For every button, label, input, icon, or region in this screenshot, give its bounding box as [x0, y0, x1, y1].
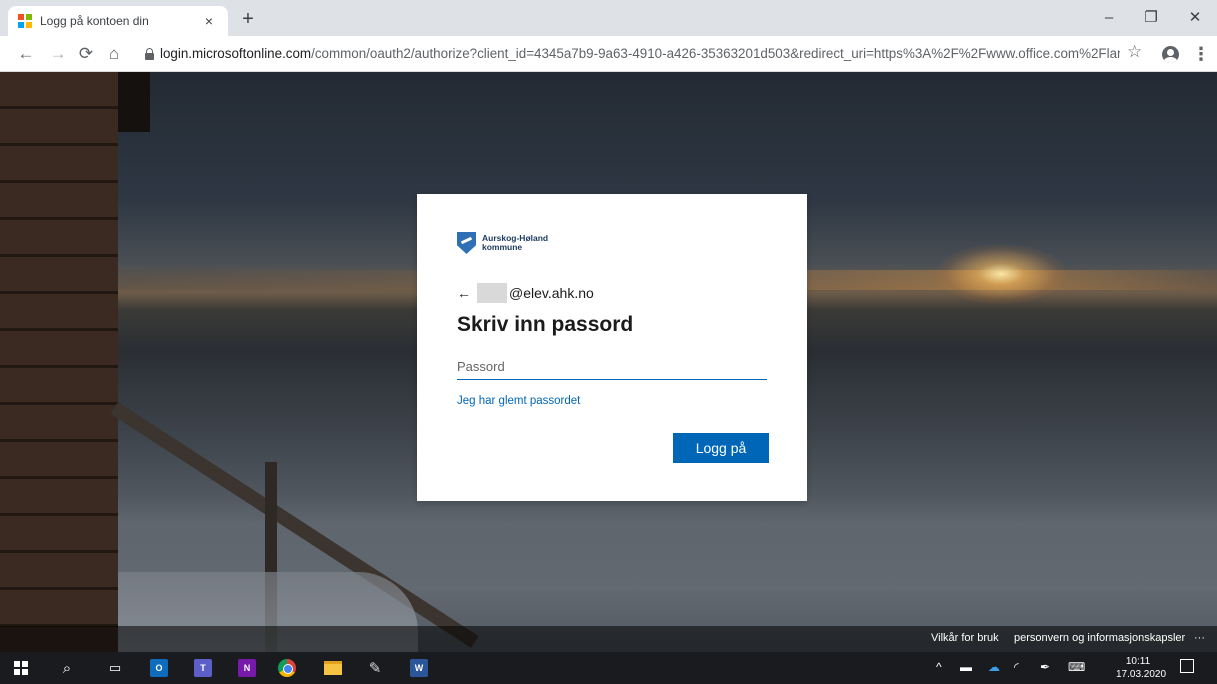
- coat-of-arms-icon: [457, 232, 476, 254]
- signin-button[interactable]: Logg på: [673, 433, 769, 463]
- organization-name-line2: kommune: [482, 242, 523, 252]
- onenote-app-icon[interactable]: N: [236, 657, 258, 679]
- password-input[interactable]: [457, 354, 767, 380]
- forgot-password-link[interactable]: Jeg har glemt passordet: [457, 395, 580, 407]
- search-icon[interactable]: ⌕: [56, 657, 78, 679]
- teams-app-icon[interactable]: T: [192, 657, 214, 679]
- browser-tab[interactable]: Logg på kontoen din ×: [8, 6, 228, 36]
- bookmark-star-icon[interactable]: ☆: [1127, 42, 1142, 62]
- battery-icon[interactable]: ▬: [960, 660, 972, 674]
- browser-toolbar: ← → ⟳ ⌂ login.microsoftonline.com/common…: [0, 36, 1217, 72]
- system-clock[interactable]: 10:11 17.03.2020: [1116, 655, 1167, 681]
- close-window-button[interactable]: ✕: [1180, 6, 1210, 30]
- start-button[interactable]: [10, 657, 32, 679]
- clock-time: 10:11: [1125, 656, 1151, 667]
- back-arrow-icon[interactable]: ←: [457, 285, 471, 301]
- file-explorer-icon[interactable]: [322, 657, 344, 679]
- wifi-icon[interactable]: ◜: [1014, 660, 1019, 674]
- forward-button[interactable]: →: [46, 42, 70, 66]
- notification-center-icon[interactable]: [1180, 659, 1194, 673]
- more-options-icon[interactable]: ···: [1194, 632, 1205, 644]
- cabin-wall: [0, 72, 118, 652]
- account-domain: @elev.ahk.no: [509, 285, 594, 301]
- terms-link[interactable]: Vilkår for bruk: [931, 632, 999, 644]
- url-path: /common/oauth2/authorize?client_id=4345a…: [311, 46, 1120, 61]
- microsoft-logo-icon: [18, 14, 32, 28]
- organization-logo: Aurskog-Høland kommune: [457, 232, 548, 254]
- profile-avatar-icon[interactable]: [1162, 46, 1179, 63]
- restore-window-button[interactable]: ❐: [1136, 6, 1166, 30]
- lock-icon[interactable]: [145, 48, 154, 60]
- reload-button[interactable]: ⟳: [74, 42, 98, 66]
- tab-title: Logg på kontoen din: [40, 14, 149, 28]
- browser-menu-icon[interactable]: ⋮: [1192, 42, 1210, 66]
- windows-taskbar: ⌕ ▭ O T N ✎ W ^ ▬ ☁ ◜ ✒ ⌨ 10:11 17.03.20…: [0, 652, 1217, 684]
- paint-app-icon[interactable]: ✎: [364, 657, 386, 679]
- show-hidden-icons-chevron-icon[interactable]: ^: [936, 660, 942, 674]
- chrome-app-icon[interactable]: [276, 657, 298, 679]
- new-tab-button[interactable]: +: [236, 9, 260, 29]
- browser-tab-strip: Logg på kontoen din × + – ❐ ✕: [0, 0, 1217, 36]
- signin-card: Aurskog-Høland kommune ← @elev.ahk.no Sk…: [417, 194, 807, 501]
- word-app-icon[interactable]: W: [408, 657, 430, 679]
- clock-date: 17.03.2020: [1116, 669, 1167, 680]
- address-bar[interactable]: login.microsoftonline.com/common/oauth2/…: [160, 45, 1120, 63]
- redacted-username: [477, 283, 507, 303]
- home-button[interactable]: ⌂: [102, 42, 126, 66]
- windows-logo-icon: [14, 661, 28, 675]
- tab-close-icon[interactable]: ×: [200, 13, 218, 29]
- pen-icon[interactable]: ✒: [1040, 660, 1050, 674]
- page-title: Skriv inn passord: [457, 313, 634, 336]
- url-host: login.microsoftonline.com: [160, 46, 312, 61]
- back-button[interactable]: ←: [14, 42, 38, 66]
- minimize-window-button[interactable]: –: [1094, 6, 1124, 30]
- page-footer: Vilkår for bruk personvern og informasjo…: [0, 626, 1217, 652]
- task-view-icon[interactable]: ▭: [104, 657, 126, 679]
- sunset-sun: [936, 244, 1066, 304]
- keyboard-icon[interactable]: ⌨: [1068, 660, 1085, 674]
- privacy-link[interactable]: personvern og informasjonskapsler: [1014, 632, 1185, 644]
- organization-name: Aurskog-Høland kommune: [482, 234, 548, 252]
- account-identity: ← @elev.ahk.no: [457, 283, 594, 303]
- onedrive-cloud-icon[interactable]: ☁: [988, 660, 1000, 674]
- outlook-app-icon[interactable]: O: [148, 657, 170, 679]
